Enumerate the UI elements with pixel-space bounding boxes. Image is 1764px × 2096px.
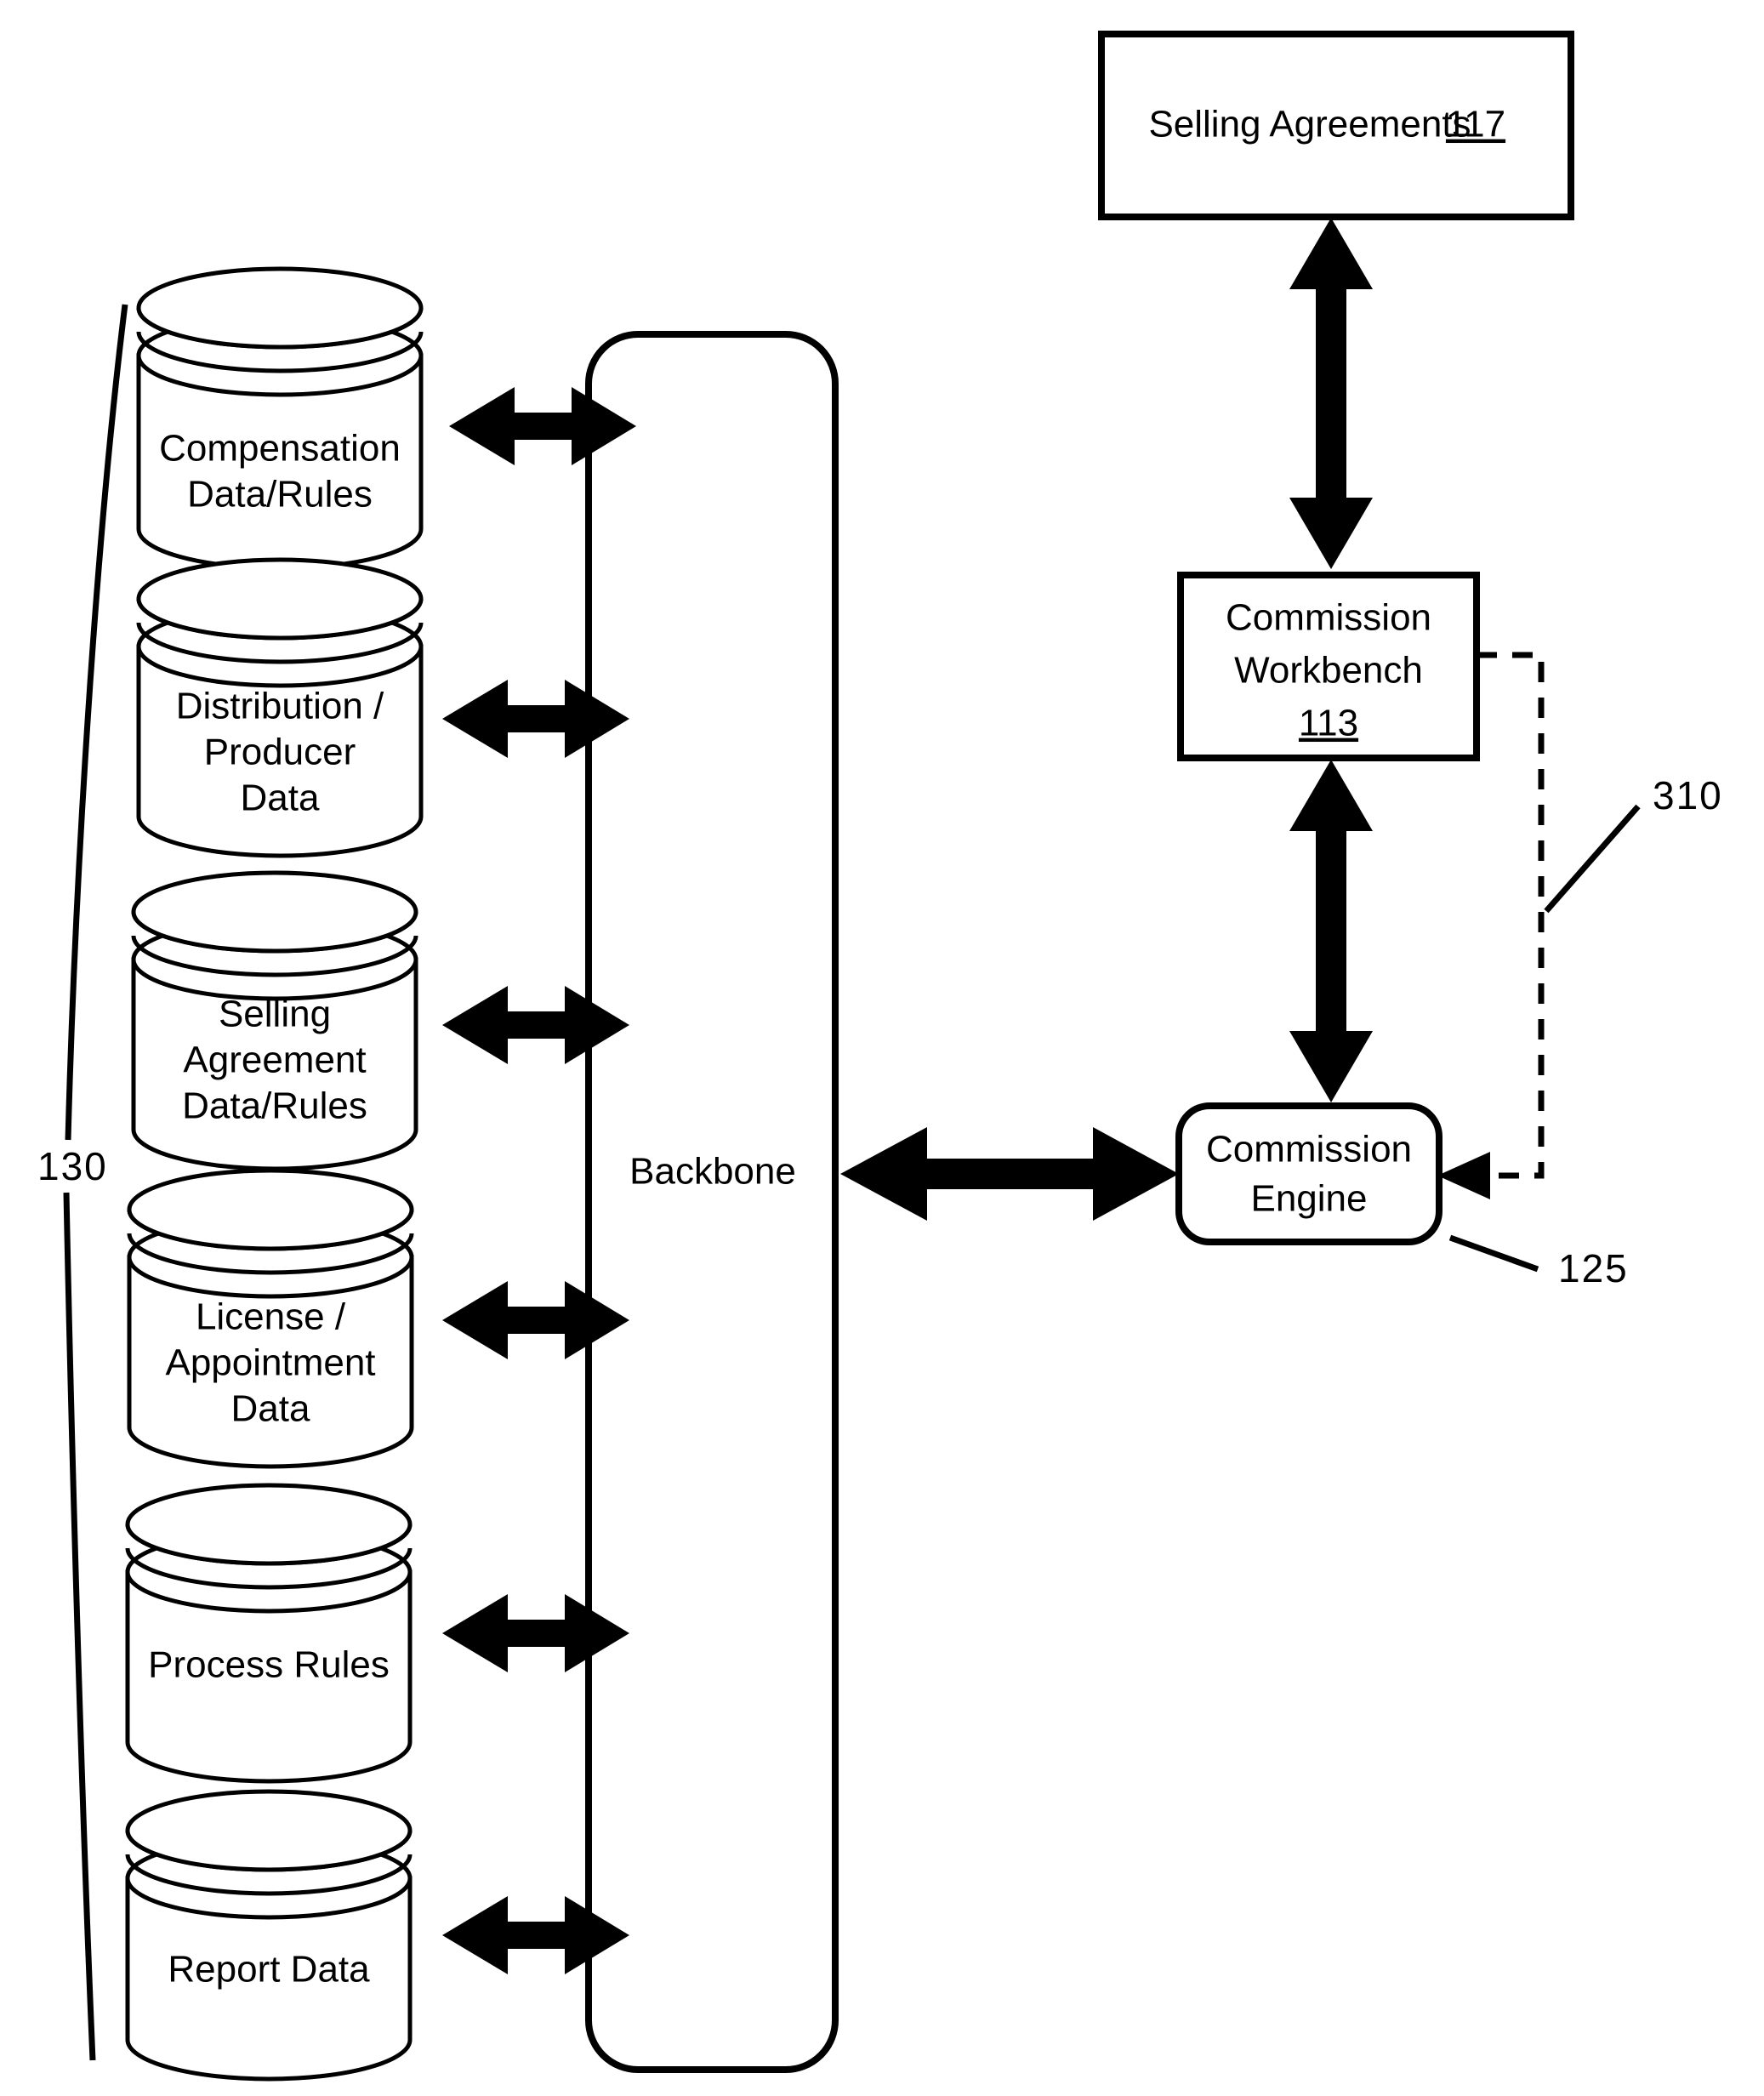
callout-125-label: 125 (1558, 1246, 1629, 1290)
commission-engine-label-line-1: Commission (1206, 1129, 1412, 1170)
commission-workbench-label-line-1: Commission (1226, 597, 1431, 639)
datastore-report-data-line-1: Report Data (168, 1949, 370, 1991)
datastore-process-rules-line-1: Process Rules (148, 1644, 390, 1686)
callout-310-label: 310 (1653, 773, 1723, 817)
commission-workbench-reference: 113 (1299, 703, 1358, 744)
datastore-compensation-line-2: Data/Rules (187, 474, 373, 515)
datastore-selling-agreement-line-2: Agreement (183, 1039, 366, 1081)
commission-engine-label-line-2: Engine (1250, 1178, 1367, 1220)
selling-agreements-reference: 117 (1446, 104, 1505, 145)
callout-310 (1544, 804, 1641, 914)
datastore-compensation (136, 266, 424, 571)
datastore-distribution-line-1: Distribution / (176, 686, 384, 727)
commission-workbench-label-line-2: Workbench (1234, 650, 1423, 692)
datastore-report-data (125, 1789, 413, 2082)
backbone-label: Backbone (629, 1151, 796, 1193)
datastore-distribution-line-2: Producer (204, 732, 356, 773)
selling-agreements-label: Selling Agreements (1148, 104, 1471, 145)
arrow-selling-agreements-workbench (1289, 218, 1373, 569)
datastore-selling-agreement-line-3: Data/Rules (182, 1085, 367, 1127)
datastore-process-rules (125, 1483, 413, 1784)
backbone-bar (585, 331, 839, 2073)
datastore-distribution-line-3: Data (241, 777, 320, 819)
arrow-workbench-commission-engine (1289, 760, 1373, 1102)
datastore-license-line-3: Data (231, 1388, 310, 1430)
callout-125 (1448, 1234, 1539, 1273)
commission-engine-box[interactable] (1175, 1102, 1442, 1245)
datastore-selling-agreement-line-1: Selling (219, 994, 331, 1035)
datastore-license-line-1: License / (196, 1296, 346, 1338)
patent-figure: Compensation Data/Rules Distribution / P… (0, 0, 1764, 2096)
datastore-group-reference: 130 (37, 1144, 108, 1188)
datastore-compensation-line-1: Compensation (159, 428, 401, 470)
arrow-backbone-commission-engine (840, 1127, 1179, 1221)
datastore-license-line-2: Appointment (165, 1342, 375, 1384)
